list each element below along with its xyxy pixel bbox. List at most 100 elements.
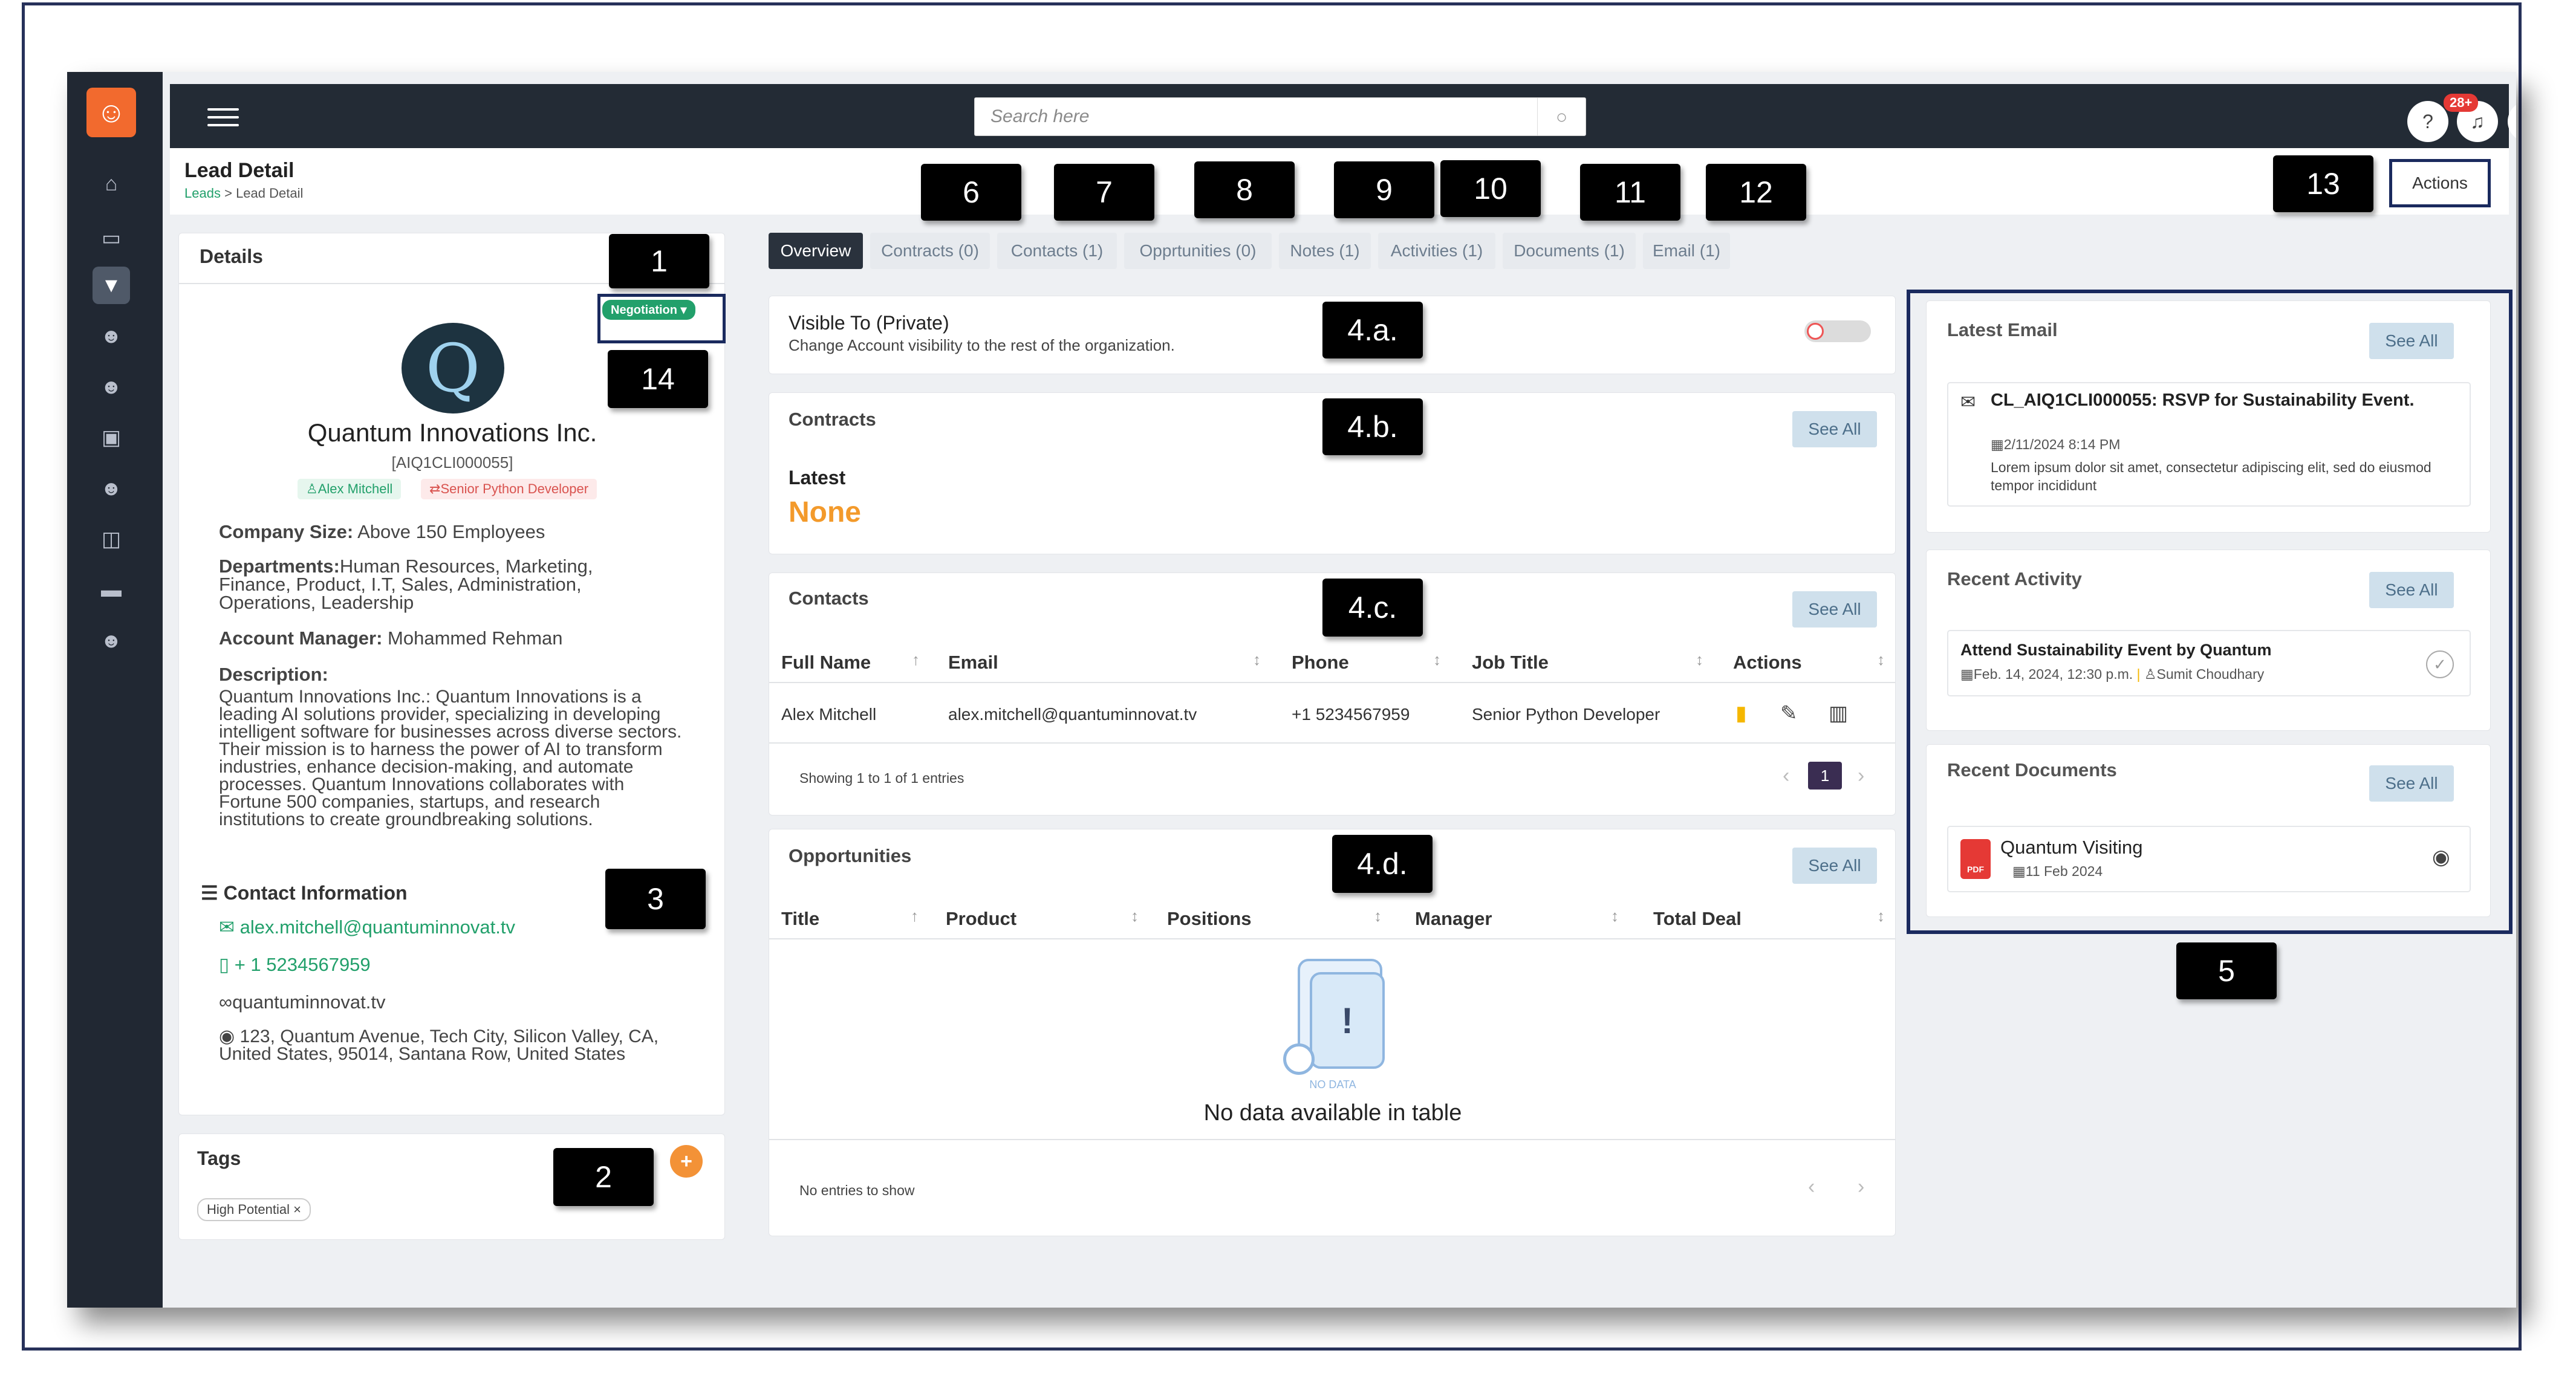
- sort-icon[interactable]: ↕: [1131, 907, 1139, 926]
- sort-icon[interactable]: ↕: [1611, 907, 1619, 926]
- col-phone[interactable]: Phone: [1292, 652, 1349, 673]
- recent-activity-see-all-button[interactable]: See All: [2369, 572, 2454, 608]
- phone-row[interactable]: ▯ + 1 5234567959: [219, 954, 371, 976]
- sort-asc-icon[interactable]: ↑: [911, 907, 919, 926]
- next-page-icon[interactable]: ›: [1858, 764, 1864, 788]
- latest-email-see-all-button[interactable]: See All: [2369, 323, 2454, 359]
- id-card-icon[interactable]: ▭: [93, 219, 130, 257]
- tag-remove-icon[interactable]: ×: [293, 1202, 301, 1217]
- sort-icon[interactable]: ↕: [1253, 650, 1261, 669]
- contact-info-title-text: Contact Information: [223, 882, 408, 904]
- app-logo-icon[interactable]: ☺: [86, 88, 136, 137]
- breadcrumb-separator: >: [224, 186, 232, 201]
- folder-icon[interactable]: ▬: [93, 571, 130, 609]
- recent-documents-see-all-button[interactable]: See All: [2369, 765, 2454, 802]
- users-icon[interactable]: ☻: [93, 368, 130, 406]
- contacts-icon[interactable]: ☻: [93, 317, 130, 355]
- sort-icon[interactable]: ↕: [1374, 907, 1382, 926]
- mail-icon: ✉: [1960, 392, 1976, 412]
- activity-owner: Sumit Choudhary: [2156, 666, 2265, 682]
- callout-10: 10: [1440, 160, 1541, 217]
- eye-icon[interactable]: ◉: [2432, 845, 2450, 869]
- email-subject: CL_AIQ1CLI000055: RSVP for Sustainabilit…: [1991, 391, 2415, 410]
- company-size-label: Company Size:: [219, 521, 354, 542]
- company-name: Quantum Innovations Inc.: [307, 418, 597, 447]
- complete-check-icon[interactable]: ✓: [2426, 650, 2454, 678]
- tab-contacts[interactable]: Contacts (1): [997, 233, 1117, 269]
- callout-4b: 4.b.: [1322, 398, 1423, 455]
- sort-asc-icon[interactable]: ↑: [912, 650, 920, 669]
- funnel-icon[interactable]: ▼: [93, 267, 130, 304]
- breadcrumb-leads-link[interactable]: Leads: [184, 186, 221, 201]
- tab-documents[interactable]: Documents (1): [1503, 233, 1636, 269]
- team-icon[interactable]: ☻: [93, 470, 130, 507]
- table-row-divider: [769, 742, 1895, 744]
- email-item[interactable]: ✉ CL_AIQ1CLI000055: RSVP for Sustainabil…: [1947, 382, 2471, 507]
- visibility-toggle[interactable]: [1804, 320, 1871, 342]
- search-icon[interactable]: ○: [1537, 98, 1586, 135]
- next-page-icon[interactable]: ›: [1858, 1175, 1864, 1199]
- activity-date: Feb. 14, 2024, 12:30 p.m.: [1973, 666, 2133, 682]
- phone-link[interactable]: + 1 5234567959: [235, 954, 371, 975]
- presentation-icon[interactable]: ◫: [93, 520, 130, 558]
- notification-bell-icon[interactable]: ♫ 28+: [2444, 94, 2498, 142]
- opportunities-see-all-button[interactable]: See All: [1792, 848, 1877, 884]
- tab-notes[interactable]: Notes (1): [1279, 233, 1371, 269]
- email-link[interactable]: alex.mitchell@quantuminnovat.tv: [240, 916, 515, 938]
- col-email[interactable]: Email: [948, 652, 998, 673]
- tab-overview[interactable]: Overview: [769, 233, 863, 269]
- home-icon[interactable]: ⌂: [93, 165, 130, 203]
- col-actions: Actions: [1733, 652, 1802, 673]
- col-manager[interactable]: Manager: [1415, 908, 1492, 930]
- tag-chip: High Potential ×: [197, 1198, 311, 1221]
- sort-icon[interactable]: ↕: [1877, 907, 1885, 926]
- col-title[interactable]: Title: [781, 908, 819, 930]
- col-job-title[interactable]: Job Title: [1472, 652, 1549, 673]
- table-header-divider: [769, 938, 1895, 939]
- page-1-button[interactable]: 1: [1808, 762, 1842, 790]
- callout-4c: 4.c.: [1322, 579, 1423, 637]
- contracts-latest-value: None: [789, 496, 861, 528]
- email-snippet: Lorem ipsum dolor sit amet, consectetur …: [1991, 459, 2431, 493]
- menu-icon[interactable]: [207, 108, 239, 126]
- trash-icon[interactable]: ▥: [1829, 701, 1848, 725]
- sort-icon[interactable]: ↕: [1433, 650, 1441, 669]
- tab-contracts[interactable]: Contracts (0): [870, 233, 990, 269]
- col-total-deal[interactable]: Total Deal: [1653, 908, 1742, 930]
- user-avatar-icon[interactable]: ●: [2508, 101, 2516, 142]
- activity-item[interactable]: Attend Sustainability Event by Quantum ▦…: [1947, 630, 2471, 696]
- tab-email[interactable]: Email (1): [1643, 233, 1730, 269]
- tab-activities[interactable]: Activities (1): [1378, 233, 1495, 269]
- prev-page-icon[interactable]: ‹: [1783, 764, 1789, 788]
- user-icon: ♙: [2144, 666, 2157, 682]
- col-product[interactable]: Product: [946, 908, 1016, 930]
- cell-job-title: Senior Python Developer: [1472, 705, 1660, 724]
- col-positions[interactable]: Positions: [1167, 908, 1252, 930]
- list-icon: ☰: [201, 882, 218, 904]
- prev-page-icon[interactable]: ‹: [1808, 1175, 1815, 1199]
- user-settings-icon[interactable]: ☻: [93, 622, 130, 660]
- actions-button[interactable]: Actions: [2389, 159, 2491, 207]
- empty-table-message: No data available in table: [1203, 1100, 1462, 1126]
- account-manager-value: Mohammed Rehman: [388, 628, 563, 649]
- email-row[interactable]: ✉ alex.mitchell@quantuminnovat.tv: [219, 916, 515, 938]
- owner-tag: ♙Alex Mitchell: [298, 479, 402, 499]
- edit-icon[interactable]: ✎: [1780, 701, 1798, 725]
- contracts-see-all-button[interactable]: See All: [1792, 411, 1877, 447]
- search-input[interactable]: [975, 98, 1537, 135]
- breadcrumb: Leads > Lead Detail: [184, 186, 303, 201]
- bookmark-icon[interactable]: ▮: [1735, 701, 1747, 725]
- briefcase-icon[interactable]: ▣: [93, 419, 130, 456]
- callout-8: 8: [1194, 161, 1295, 218]
- sort-icon[interactable]: ↕: [1696, 650, 1703, 669]
- document-item[interactable]: PDF Quantum Visiting ▦11 Feb 2024 ◉: [1947, 826, 2471, 892]
- tab-opportunities[interactable]: Opprtunities (0): [1124, 233, 1272, 269]
- contacts-see-all-button[interactable]: See All: [1792, 591, 1877, 628]
- website-link[interactable]: quantuminnovat.tv: [232, 991, 385, 1013]
- col-full-name[interactable]: Full Name: [781, 652, 871, 673]
- role-tag: ⇄Senior Python Developer: [421, 479, 597, 499]
- add-tag-icon[interactable]: +: [670, 1145, 703, 1178]
- sort-icon[interactable]: ↕: [1877, 650, 1885, 669]
- website-row[interactable]: ∞quantuminnovat.tv: [219, 991, 385, 1013]
- help-icon[interactable]: ?: [2407, 101, 2448, 142]
